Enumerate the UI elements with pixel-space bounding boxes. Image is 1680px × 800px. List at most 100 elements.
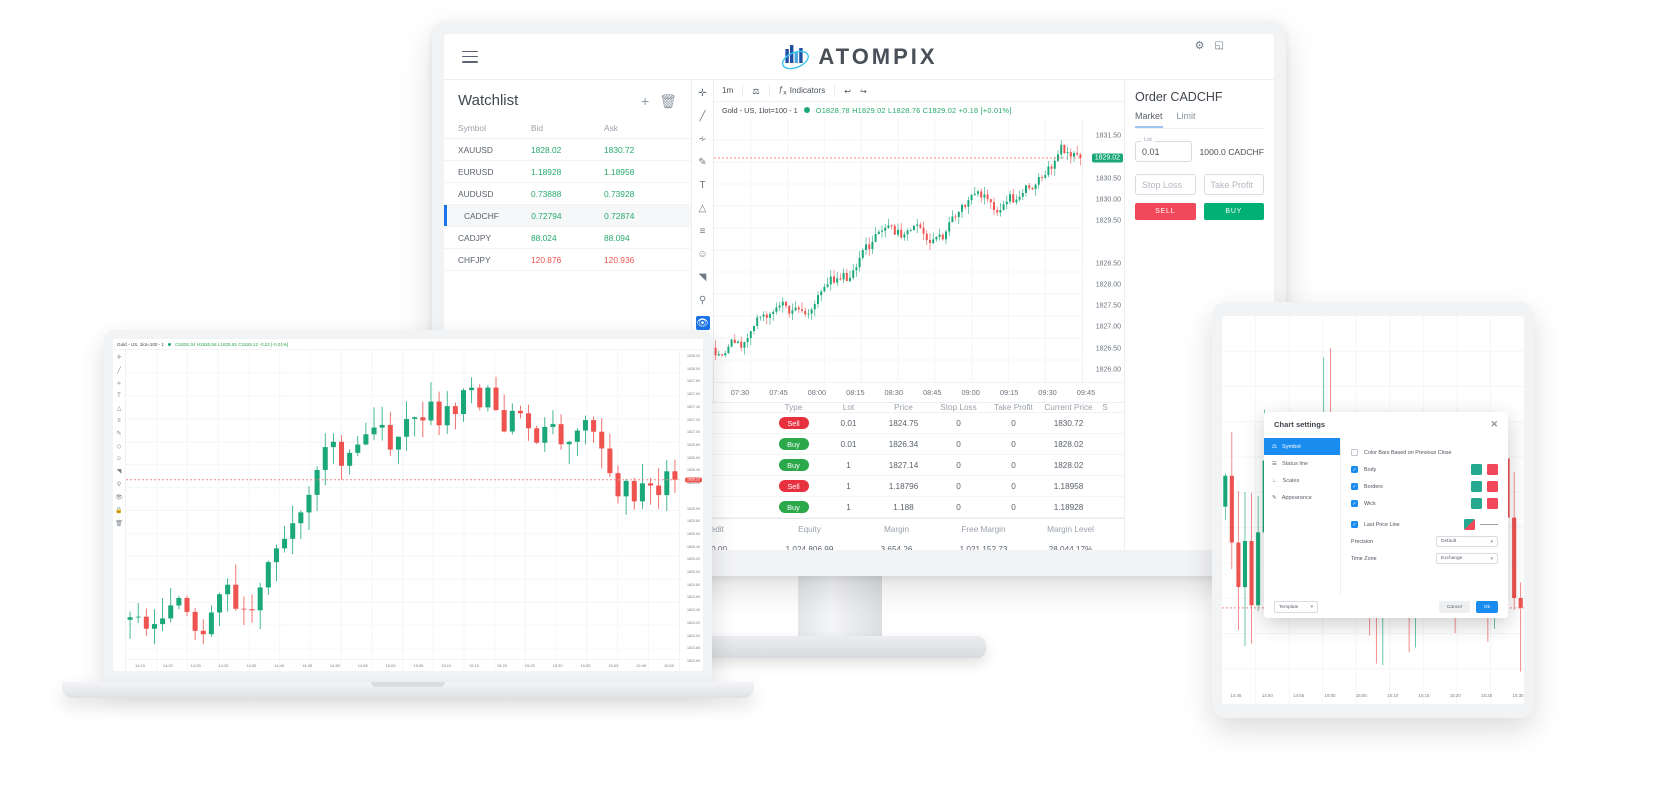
time-axis[interactable]: 07:30 07:45 08:00 08:15 08:30 08:45 09:00 09:15… bbox=[714, 382, 1124, 402]
watchlist-row[interactable]: CADCHF 0.72794 0.72874 bbox=[444, 205, 691, 227]
candlestick-plot[interactable] bbox=[714, 118, 1082, 382]
pattern-icon[interactable]: △ bbox=[117, 405, 122, 412]
eye-icon[interactable]: 👁 bbox=[115, 494, 123, 501]
gear-icon[interactable]: ⚙ bbox=[1195, 39, 1205, 52]
precision-select[interactable]: Default ▾ bbox=[1436, 536, 1498, 547]
ruler-icon[interactable]: ◥ bbox=[117, 468, 122, 475]
up-color-swatch[interactable] bbox=[1471, 498, 1482, 509]
magnet-icon[interactable]: ⚲ bbox=[696, 293, 710, 307]
watchlist-row[interactable]: CHFJPY 120.876 120.936 bbox=[444, 249, 691, 271]
up-color-swatch[interactable] bbox=[1471, 481, 1482, 492]
fib-icon[interactable]: ∻ bbox=[116, 380, 121, 387]
table-row[interactable]: 4Sell0.011824.75001830.72 bbox=[692, 413, 1124, 434]
trendline-icon[interactable]: ╱ bbox=[117, 367, 121, 374]
tablet-x-axis-tick: 15:20 bbox=[1449, 693, 1461, 698]
orders-table-header: Type Lot Price Stop Loss Take Profit Cur… bbox=[692, 403, 1124, 413]
tablet-screen: 14:45 14:50 14:55 15:00 15:05 15:10 15:15 15:20… bbox=[1222, 316, 1524, 704]
option-row-body[interactable]: ✓ Body bbox=[1351, 461, 1498, 478]
brush-icon[interactable]: ✎ bbox=[116, 430, 121, 437]
app-header: ATOMPIX bbox=[444, 34, 1274, 80]
last-price-line-row[interactable]: ✓ Last Price Line bbox=[1351, 516, 1498, 533]
close-icon[interactable]: ✕ bbox=[1490, 419, 1498, 429]
indicators-button[interactable]: ƒx Indicators bbox=[779, 85, 825, 97]
measure-icon[interactable]: ≡ bbox=[696, 224, 710, 238]
down-color-swatch[interactable] bbox=[1487, 498, 1498, 509]
fullscreen-icon[interactable]: ◱ bbox=[1215, 40, 1224, 51]
text-icon[interactable]: T bbox=[696, 178, 710, 192]
column-header-stop-loss: Stop Loss bbox=[940, 403, 977, 412]
up-color-swatch[interactable] bbox=[1471, 464, 1482, 475]
emoji-icon[interactable]: ☺ bbox=[696, 247, 710, 261]
measure-icon[interactable]: ≡ bbox=[117, 418, 121, 424]
ok-button[interactable]: Ok bbox=[1475, 601, 1498, 613]
color-bars-row[interactable]: Color Bars Based on Previous Close bbox=[1351, 444, 1498, 461]
column-header-equity: Equity bbox=[798, 524, 821, 534]
laptop-candlestick-plot[interactable] bbox=[126, 350, 679, 671]
eye-icon[interactable]: 👁 bbox=[695, 316, 710, 330]
chart-type-icon[interactable]: ⚖ bbox=[752, 86, 759, 96]
line-style-preview[interactable] bbox=[1480, 524, 1498, 525]
table-row[interactable]: 2Sell11.18796001.18958 bbox=[692, 476, 1124, 497]
table-row[interactable]: 11Buy0.011826.34001828.02 bbox=[692, 434, 1124, 455]
watchlist-row[interactable]: XAUUSD 1828.02 1830.72 bbox=[444, 139, 691, 161]
brush-icon[interactable]: ✎ bbox=[696, 155, 710, 169]
laptop-time-axis[interactable]: 14:15 14:20 14:25 14:30 14:35 14:40 14:45 14:50… bbox=[126, 659, 679, 671]
watchlist-row[interactable]: EURUSD 1.18928 1.18958 bbox=[444, 161, 691, 183]
lock-icon[interactable]: 🔒 bbox=[115, 507, 122, 514]
option-checkbox[interactable]: ✓ bbox=[1351, 483, 1358, 490]
down-color-swatch[interactable] bbox=[1487, 464, 1498, 475]
dialog-nav-item-appearance[interactable]: ✎ Appearance bbox=[1264, 489, 1340, 506]
timeframe-button[interactable]: 1m bbox=[722, 86, 733, 95]
down-color-swatch[interactable] bbox=[1487, 481, 1498, 492]
delete-symbol-button[interactable]: 🗑 bbox=[659, 94, 677, 108]
x-axis-tick: 09:15 bbox=[999, 388, 1019, 397]
take-profit-input[interactable]: Take Profit bbox=[1203, 174, 1264, 195]
magnet-icon[interactable]: ⚲ bbox=[117, 481, 121, 488]
watchlist-ask: 1.18958 bbox=[604, 166, 635, 177]
last-price-color-swatch[interactable] bbox=[1464, 519, 1475, 530]
crosshair-icon[interactable]: ✛ bbox=[696, 86, 710, 100]
shapes-icon[interactable]: ◇ bbox=[117, 443, 122, 450]
table-row[interactable]: 11Buy11827.14001828.02 bbox=[692, 455, 1124, 476]
redo-icon[interactable]: ↪ bbox=[860, 86, 867, 96]
option-checkbox[interactable]: ✓ bbox=[1351, 466, 1358, 473]
sell-button[interactable]: SELL bbox=[1135, 203, 1196, 220]
fib-icon[interactable]: ∻ bbox=[696, 132, 710, 146]
trendline-icon[interactable]: ╱ bbox=[696, 109, 710, 123]
tab-market[interactable]: Market bbox=[1135, 111, 1163, 128]
ruler-icon[interactable]: ◥ bbox=[696, 270, 710, 284]
price-axis[interactable]: 1831.501831.001830.501830.001829.501829.… bbox=[1082, 118, 1124, 382]
dialog-nav-item-scales[interactable]: ∟ Scales bbox=[1264, 472, 1340, 489]
option-row-wick[interactable]: ✓ Wick bbox=[1351, 495, 1498, 512]
buy-button[interactable]: BUY bbox=[1203, 203, 1264, 220]
timezone-select[interactable]: Exchange ▾ bbox=[1436, 553, 1498, 564]
watchlist-symbol: AUDUSD bbox=[458, 188, 494, 199]
dialog-nav-item-status-line[interactable]: ☰ Status line bbox=[1264, 455, 1340, 472]
emoji-icon[interactable]: ☺ bbox=[116, 456, 122, 462]
template-select[interactable]: Template ▾ bbox=[1274, 601, 1318, 613]
laptop-y-axis-tick: 1827.00 bbox=[687, 430, 700, 435]
contract-size-label: 1000.0 CADCHF bbox=[1199, 146, 1264, 157]
dialog-nav-label: Status line bbox=[1282, 460, 1309, 467]
watchlist-row[interactable]: CADJPY 88.024 88.094 bbox=[444, 227, 691, 249]
tab-limit[interactable]: Limit bbox=[1177, 111, 1196, 128]
add-symbol-button[interactable]: + bbox=[641, 94, 649, 108]
trash-icon[interactable]: 🗑 bbox=[115, 520, 123, 527]
color-bars-checkbox[interactable] bbox=[1351, 449, 1358, 456]
pattern-icon[interactable]: △ bbox=[696, 201, 710, 215]
undo-icon[interactable]: ↩ bbox=[844, 86, 851, 96]
hamburger-icon[interactable] bbox=[462, 50, 478, 63]
last-price-line-checkbox[interactable]: ✓ bbox=[1351, 521, 1358, 528]
option-swatches bbox=[1471, 481, 1498, 492]
text-icon[interactable]: T bbox=[117, 393, 121, 399]
cancel-button[interactable]: Cancel bbox=[1438, 601, 1470, 613]
stop-loss-input[interactable]: Stop Loss bbox=[1135, 174, 1196, 195]
crosshair-icon[interactable]: ✛ bbox=[116, 354, 121, 361]
laptop-price-axis[interactable]: 1828.20 1828.00 1827.80 1827.60 1827.40 1827.… bbox=[679, 350, 703, 671]
option-row-borders[interactable]: ✓ Borders bbox=[1351, 478, 1498, 495]
option-checkbox[interactable]: ✓ bbox=[1351, 500, 1358, 507]
watchlist-row[interactable]: AUDUSD 0.73888 0.73928 bbox=[444, 183, 691, 205]
dialog-nav-item-symbol[interactable]: ⚖ Symbol bbox=[1264, 438, 1340, 455]
lot-input[interactable]: Lot 0.01 bbox=[1135, 137, 1192, 162]
table-row[interactable]: 7Buy11.188001.18928 bbox=[692, 497, 1124, 518]
